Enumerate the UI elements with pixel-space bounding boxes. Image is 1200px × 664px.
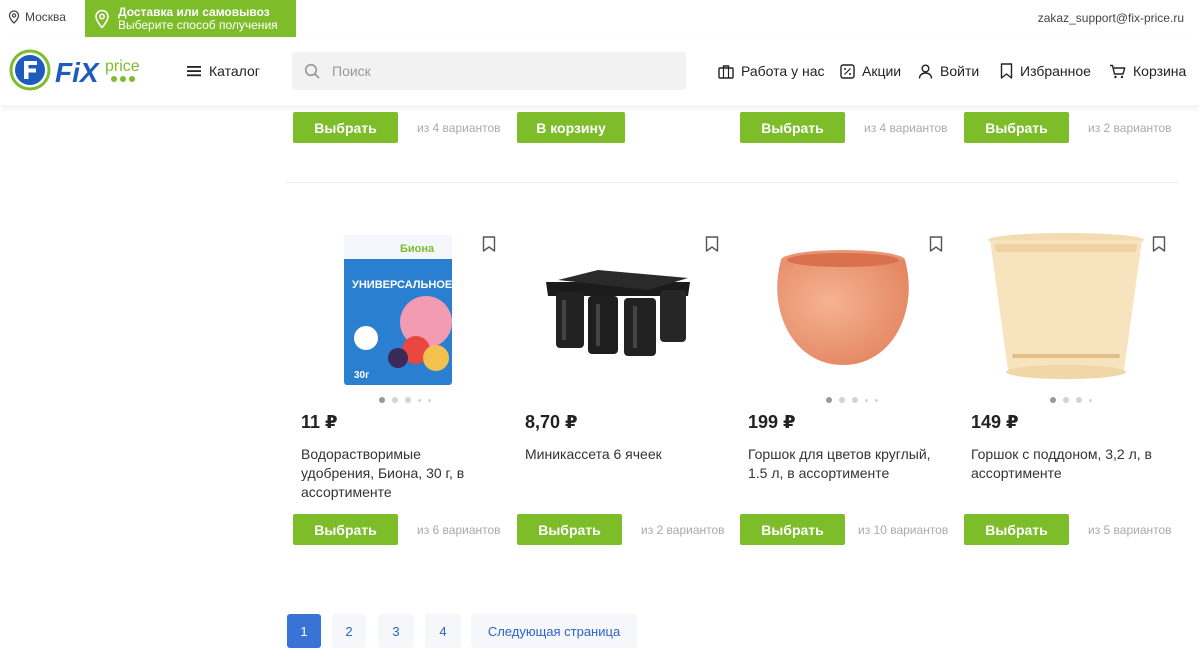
nav-work-label: Работа у нас xyxy=(741,63,825,79)
package-brand: Биона xyxy=(400,243,435,255)
carousel-dot[interactable] xyxy=(1089,398,1092,402)
main-header: FiX price Каталог Работа у нас Акции Вой… xyxy=(0,37,1200,105)
product-price: 199 ₽ xyxy=(748,412,796,432)
variants-count: из 4 вариантов xyxy=(864,121,948,135)
city-label: Москва xyxy=(25,10,66,24)
image-carousel-dots[interactable] xyxy=(826,397,878,403)
delivery-selector[interactable]: Доставка или самовывоз Выберите способ п… xyxy=(85,0,296,37)
product-title[interactable]: Водорастворимые удобрения, Биона, 30 г, … xyxy=(301,445,491,502)
logo-fix-text: FiX xyxy=(55,57,101,88)
choose-button[interactable]: Выбрать xyxy=(293,112,398,143)
fix-price-logo[interactable]: FiX price xyxy=(9,49,149,91)
variants-count: из 10 вариантов xyxy=(858,523,949,537)
catalog-button[interactable]: Каталог xyxy=(187,63,260,79)
nav-cart[interactable]: Корзина xyxy=(1109,63,1186,79)
next-page-button[interactable]: Следующая страница xyxy=(471,614,637,648)
variants-count: из 5 вариантов xyxy=(1088,523,1172,537)
location-pin-icon xyxy=(95,9,109,29)
product-title[interactable]: Горшок с поддоном, 3,2 л, в ассортименте xyxy=(971,445,1171,483)
product-image[interactable] xyxy=(986,230,1146,390)
search-input[interactable] xyxy=(332,63,672,79)
delivery-title: Доставка или самовывоз xyxy=(118,4,270,19)
support-email-link[interactable]: zakaz_support@fix-price.ru xyxy=(1038,11,1184,25)
nav-promo[interactable]: Акции xyxy=(840,63,901,79)
variants-count: из 2 вариантов xyxy=(641,523,725,537)
nav-favorites[interactable]: Избранное xyxy=(1000,63,1091,79)
city-selector[interactable]: Москва xyxy=(8,10,66,24)
bookmark-icon[interactable] xyxy=(705,236,719,252)
add-to-cart-button[interactable]: В корзину xyxy=(517,112,625,143)
variants-count: из 4 вариантов xyxy=(417,121,501,135)
image-carousel-dots[interactable] xyxy=(1050,397,1092,403)
carousel-dot[interactable] xyxy=(1063,397,1069,403)
product-price: 11 ₽ xyxy=(301,412,338,432)
page-button-3[interactable]: 3 xyxy=(378,614,414,648)
carousel-dot[interactable] xyxy=(418,398,421,402)
choose-button[interactable]: Выбрать xyxy=(964,514,1069,545)
page-button-4[interactable]: 4 xyxy=(425,614,461,648)
delivery-subtitle: Выберите способ получения xyxy=(118,17,278,32)
package-text: УНИВЕРСАЛЬНОЕ xyxy=(352,279,452,291)
carousel-dot[interactable] xyxy=(405,397,411,403)
carousel-dot[interactable] xyxy=(826,397,832,403)
choose-button[interactable]: Выбрать xyxy=(293,514,398,545)
search-bar[interactable] xyxy=(292,52,686,90)
briefcase-icon xyxy=(718,64,734,79)
discount-icon xyxy=(840,63,855,79)
product-price: 149 ₽ xyxy=(971,412,1019,432)
carousel-dot[interactable] xyxy=(839,397,845,403)
carousel-dot[interactable] xyxy=(1076,397,1082,403)
nav-favorites-label: Избранное xyxy=(1020,63,1091,79)
carousel-dot[interactable] xyxy=(392,397,398,403)
image-carousel-dots[interactable] xyxy=(379,397,431,403)
location-pin-icon xyxy=(8,10,20,24)
nav-promo-label: Акции xyxy=(862,63,902,79)
logo-price-text: price xyxy=(105,58,140,75)
carousel-dot[interactable] xyxy=(1050,397,1056,403)
nav-login[interactable]: Войти xyxy=(918,63,979,79)
bookmark-icon[interactable] xyxy=(482,236,496,252)
carousel-dot[interactable] xyxy=(852,397,858,403)
nav-work[interactable]: Работа у нас xyxy=(718,63,825,79)
nav-cart-label: Корзина xyxy=(1133,63,1187,79)
row-divider xyxy=(286,182,1178,183)
cart-icon xyxy=(1110,64,1126,78)
carousel-dot[interactable] xyxy=(379,397,385,403)
bookmark-icon xyxy=(1000,63,1013,79)
product-image[interactable] xyxy=(538,230,698,390)
search-icon xyxy=(304,63,320,79)
product-image[interactable]: Биона УНИВЕРСАЛЬНОЕ 30г xyxy=(318,230,478,390)
choose-button[interactable]: Выбрать xyxy=(740,112,845,143)
choose-button[interactable]: Выбрать xyxy=(517,514,622,545)
top-strip: Москва Доставка или самовывоз Выберите с… xyxy=(0,0,1200,37)
variants-count: из 2 вариантов xyxy=(1088,121,1172,135)
product-price: 8,70 ₽ xyxy=(525,412,578,432)
page-button-2[interactable]: 2 xyxy=(332,614,366,648)
user-icon xyxy=(918,64,933,79)
product-title[interactable]: Горшок для цветов круглый, 1.5 л, в ассо… xyxy=(748,445,944,483)
choose-button[interactable]: Выбрать xyxy=(740,514,845,545)
bookmark-icon[interactable] xyxy=(1152,236,1166,252)
product-title[interactable]: Миникассета 6 ячеек xyxy=(525,445,725,464)
product-image[interactable] xyxy=(763,230,923,390)
nav-login-label: Войти xyxy=(940,63,980,79)
carousel-dot[interactable] xyxy=(428,398,431,402)
catalog-label: Каталог xyxy=(209,63,260,79)
carousel-dot[interactable] xyxy=(875,398,878,402)
menu-icon xyxy=(187,66,201,77)
package-weight: 30г xyxy=(354,370,369,381)
page-button-1[interactable]: 1 xyxy=(287,614,321,648)
bookmark-icon[interactable] xyxy=(929,236,943,252)
choose-button[interactable]: Выбрать xyxy=(964,112,1069,143)
variants-count: из 6 вариантов xyxy=(417,523,501,537)
carousel-dot[interactable] xyxy=(865,398,868,402)
